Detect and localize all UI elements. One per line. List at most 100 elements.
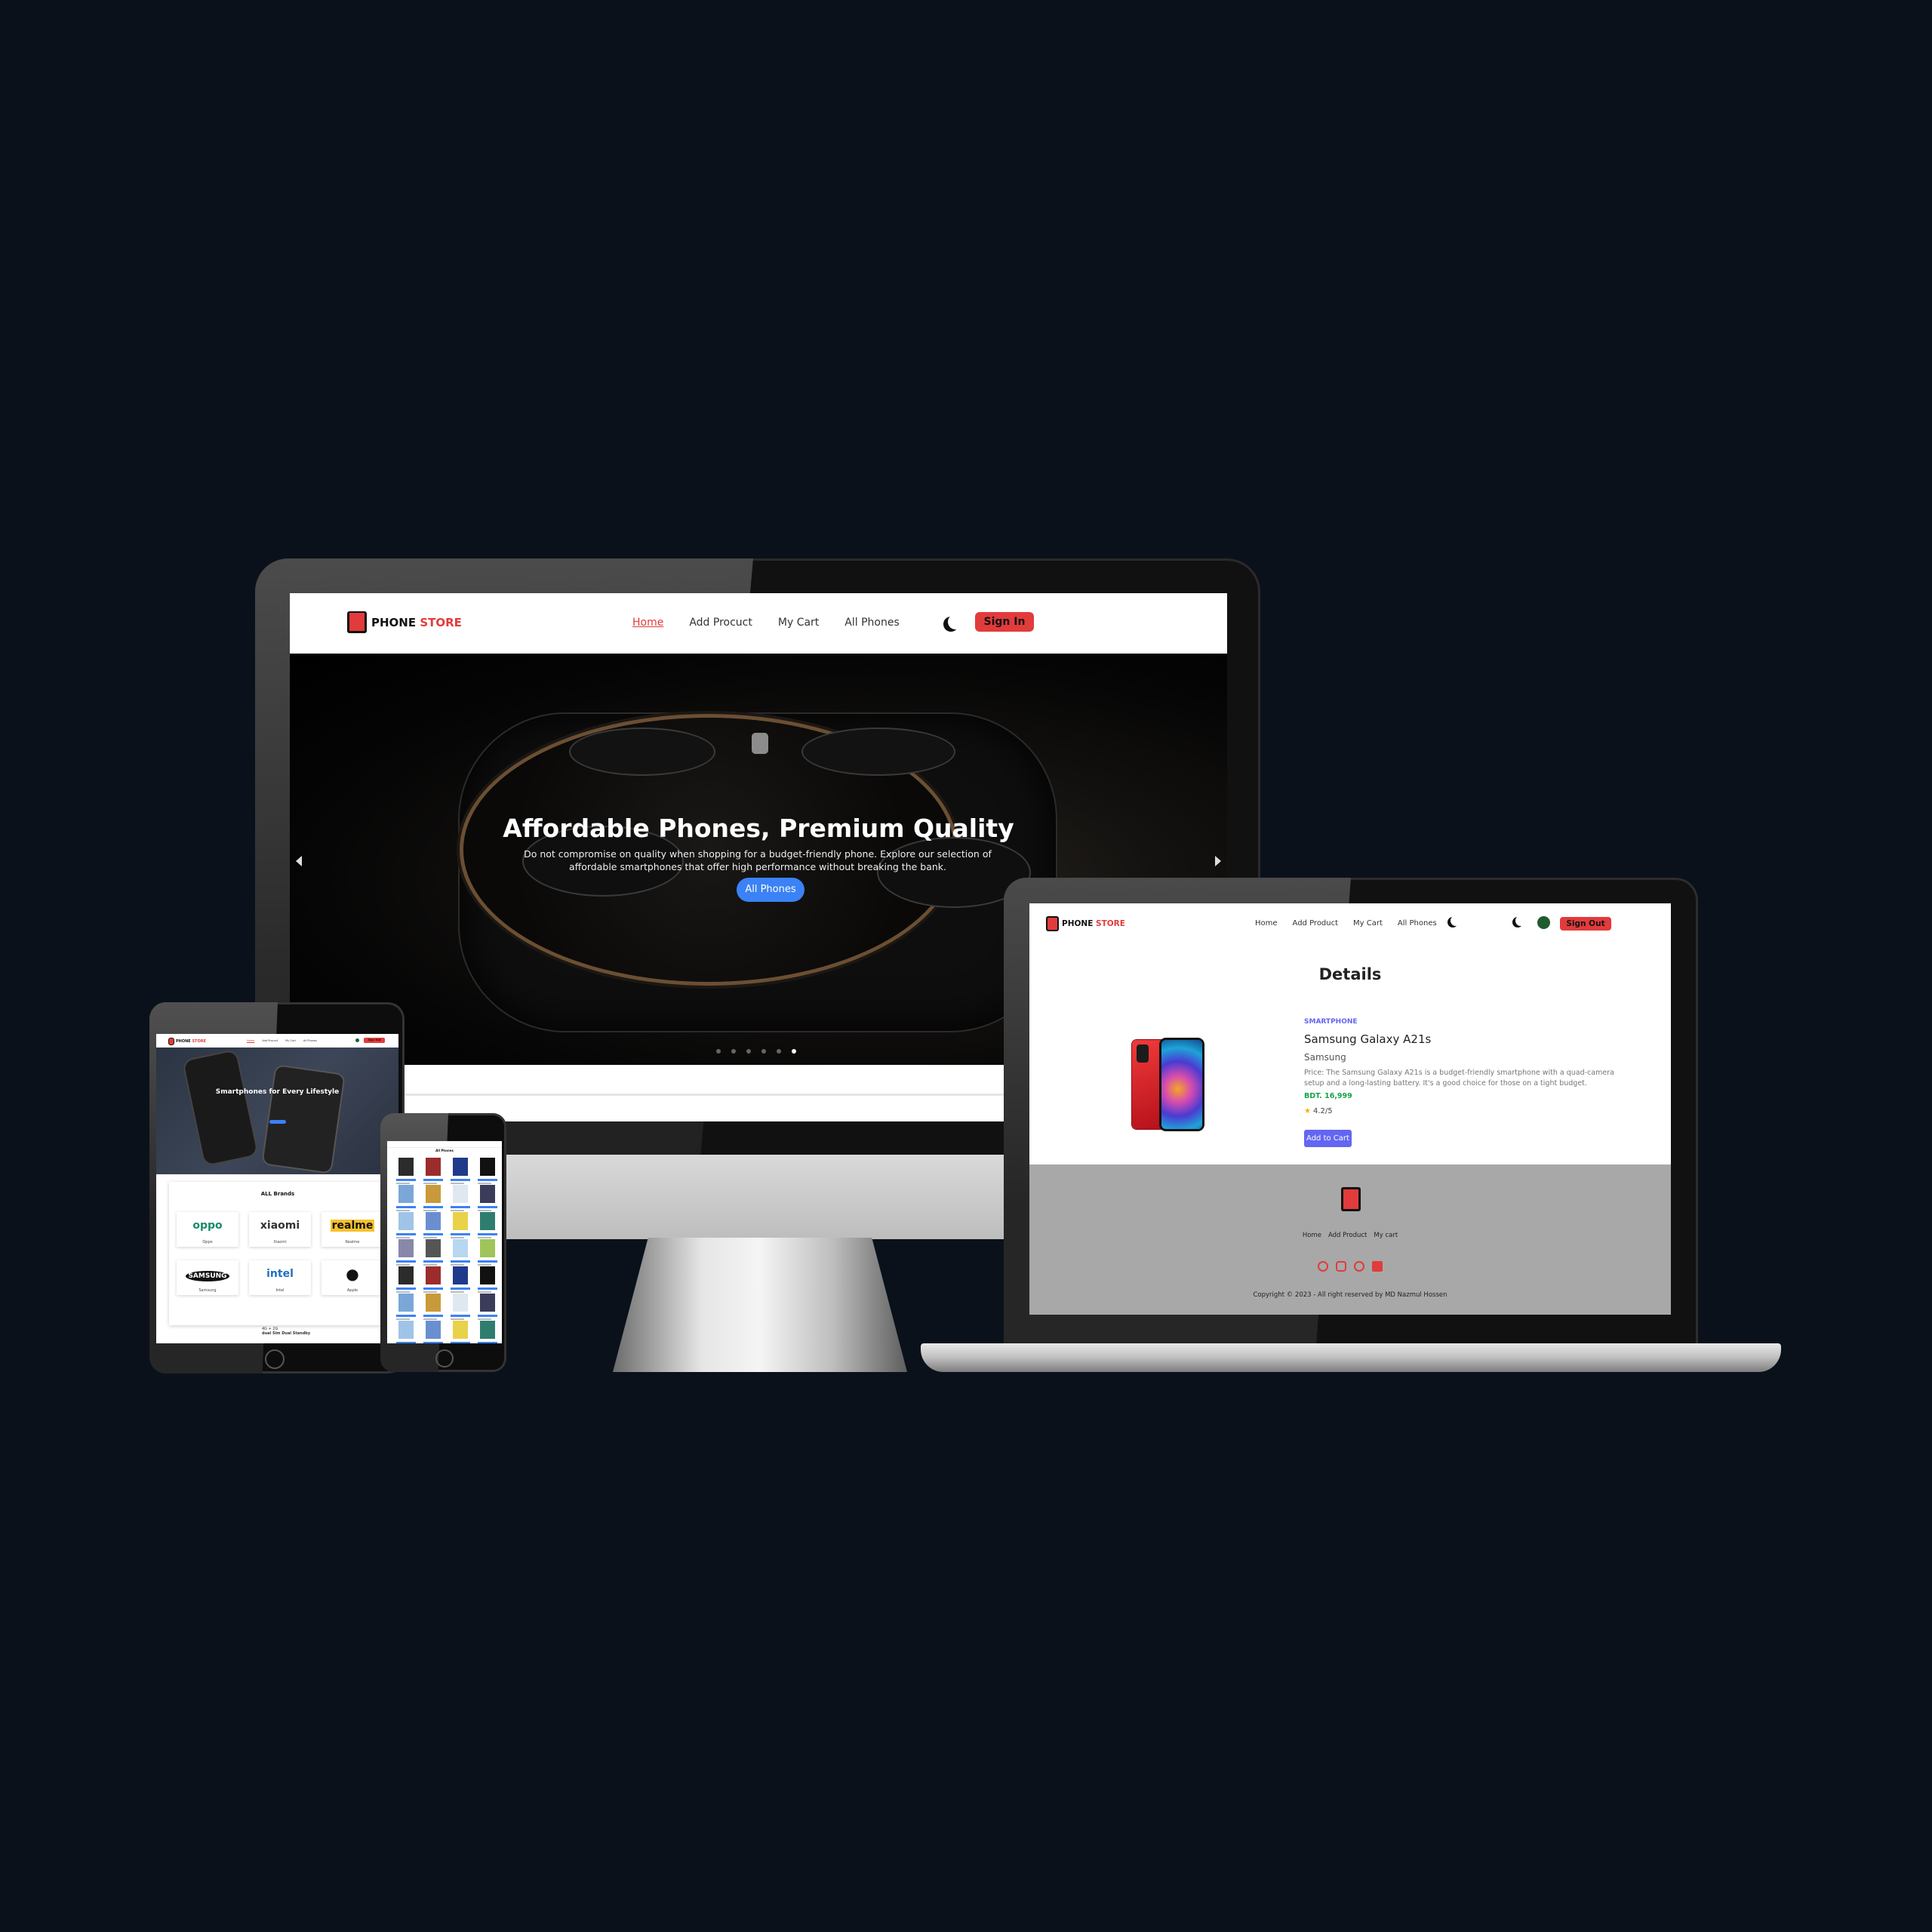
product-card[interactable]	[451, 1321, 470, 1343]
product-button[interactable]	[451, 1206, 470, 1208]
tablet-nav-add-product[interactable]: Add Procuct	[262, 1039, 278, 1042]
product-button[interactable]	[396, 1260, 416, 1263]
product-button[interactable]	[478, 1342, 497, 1343]
github-icon[interactable]	[1354, 1261, 1364, 1272]
product-card[interactable]	[478, 1321, 497, 1343]
product-button[interactable]	[451, 1315, 470, 1317]
product-card[interactable]	[396, 1158, 416, 1186]
product-card[interactable]	[478, 1239, 497, 1268]
facebook-icon[interactable]	[1318, 1261, 1328, 1272]
footer-link-home[interactable]: Home	[1303, 1232, 1321, 1239]
footer-link-add-product[interactable]: Add Product	[1328, 1232, 1367, 1239]
product-button[interactable]	[478, 1179, 497, 1181]
product-card[interactable]	[396, 1294, 416, 1322]
product-button[interactable]	[396, 1179, 416, 1181]
tablet-brand-logo[interactable]: PHONE STORE	[168, 1038, 206, 1045]
product-button[interactable]	[423, 1179, 443, 1181]
product-button[interactable]	[451, 1342, 470, 1343]
product-button[interactable]	[478, 1260, 497, 1263]
sign-in-button[interactable]: Sign In	[975, 612, 1034, 632]
product-button[interactable]	[451, 1287, 470, 1290]
brand-card[interactable]: ● Apple	[321, 1260, 383, 1295]
product-card[interactable]	[478, 1294, 497, 1322]
instagram-icon[interactable]	[1336, 1261, 1346, 1272]
footer-link-my-cart[interactable]: My cart	[1374, 1232, 1398, 1239]
product-card[interactable]	[396, 1212, 416, 1241]
carousel-next-arrow-icon[interactable]	[1215, 856, 1221, 866]
all-phones-button[interactable]: All Phones	[737, 878, 804, 902]
carousel-prev-arrow-icon[interactable]	[296, 856, 302, 866]
product-button[interactable]	[396, 1233, 416, 1235]
brand-card[interactable]: intel Intel	[249, 1260, 311, 1295]
carousel-dot[interactable]	[731, 1049, 736, 1054]
product-card[interactable]	[451, 1239, 470, 1268]
product-button[interactable]	[451, 1260, 470, 1263]
tablet-hero-button[interactable]	[269, 1120, 286, 1124]
product-button[interactable]	[423, 1287, 443, 1290]
product-card[interactable]	[423, 1158, 443, 1186]
product-card[interactable]	[396, 1239, 416, 1268]
product-button[interactable]	[396, 1315, 416, 1317]
brand-card[interactable]: oppo Oppo	[177, 1212, 238, 1247]
sign-out-button[interactable]: Sign Out	[1560, 917, 1611, 931]
tablet-sign-out-button[interactable]: Sign Out	[364, 1038, 385, 1043]
brand-card[interactable]: SAMSUNG Samsung	[177, 1260, 238, 1295]
product-card[interactable]	[478, 1266, 497, 1295]
brand-logo[interactable]: PHONE STORE	[347, 611, 462, 633]
tablet-nav-my-cart[interactable]: My Cart	[285, 1039, 296, 1042]
nav-my-cart[interactable]: My Cart	[778, 617, 819, 629]
carousel-dot[interactable]	[716, 1049, 721, 1054]
product-card[interactable]	[478, 1158, 497, 1186]
product-card[interactable]	[396, 1266, 416, 1295]
nav-home[interactable]: Home	[632, 617, 663, 629]
nav-all-phones[interactable]: All Phones	[844, 617, 899, 629]
laptop-nav-my-cart[interactable]: My Cart	[1353, 919, 1383, 928]
product-button[interactable]	[478, 1233, 497, 1235]
product-card[interactable]	[478, 1212, 497, 1241]
product-button[interactable]	[478, 1287, 497, 1290]
dark-mode-moon-icon[interactable]	[948, 614, 963, 629]
product-card[interactable]	[423, 1266, 443, 1295]
product-card[interactable]	[423, 1212, 443, 1241]
nav-add-product[interactable]: Add Procuct	[689, 617, 752, 629]
add-to-cart-button[interactable]: Add to Cart	[1304, 1130, 1352, 1147]
product-card[interactable]	[478, 1185, 497, 1214]
product-button[interactable]	[396, 1287, 416, 1290]
product-button[interactable]	[451, 1179, 470, 1181]
product-button[interactable]	[451, 1233, 470, 1235]
product-card[interactable]	[451, 1294, 470, 1322]
tablet-nav-home[interactable]: Home	[247, 1039, 254, 1042]
carousel-dot[interactable]	[792, 1049, 796, 1054]
product-card[interactable]	[451, 1212, 470, 1241]
product-card[interactable]	[451, 1185, 470, 1214]
product-card[interactable]	[396, 1321, 416, 1343]
product-button[interactable]	[423, 1342, 443, 1343]
product-card[interactable]	[451, 1266, 470, 1295]
carousel-dot[interactable]	[777, 1049, 781, 1054]
laptop-nav-add-product[interactable]: Add Product	[1293, 919, 1339, 928]
user-avatar[interactable]	[1537, 916, 1550, 929]
product-button[interactable]	[396, 1206, 416, 1208]
product-card[interactable]	[423, 1294, 443, 1322]
product-button[interactable]	[423, 1315, 443, 1317]
brand-card[interactable]: realme Realme	[321, 1212, 383, 1247]
brand-card[interactable]: xiaomi Xiaomi	[249, 1212, 311, 1247]
product-button[interactable]	[423, 1206, 443, 1208]
laptop-nav-moon-icon[interactable]	[1451, 915, 1461, 926]
product-card[interactable]	[423, 1321, 443, 1343]
carousel-dot[interactable]	[746, 1049, 751, 1054]
product-button[interactable]	[396, 1342, 416, 1343]
product-card[interactable]	[423, 1239, 443, 1268]
laptop-nav-home[interactable]: Home	[1255, 919, 1278, 928]
laptop-nav-all-phones[interactable]: All Phones	[1398, 919, 1437, 928]
product-button[interactable]	[478, 1315, 497, 1317]
tablet-nav-all-phones[interactable]: All Phones	[303, 1039, 317, 1042]
product-card[interactable]	[451, 1158, 470, 1186]
product-card[interactable]	[423, 1185, 443, 1214]
product-button[interactable]	[478, 1206, 497, 1208]
product-button[interactable]	[423, 1233, 443, 1235]
laptop-dark-mode-icon[interactable]	[1515, 915, 1526, 926]
laptop-brand-logo[interactable]: PHONE STORE	[1046, 916, 1125, 931]
product-card[interactable]	[396, 1185, 416, 1214]
linkedin-icon[interactable]	[1372, 1261, 1383, 1272]
